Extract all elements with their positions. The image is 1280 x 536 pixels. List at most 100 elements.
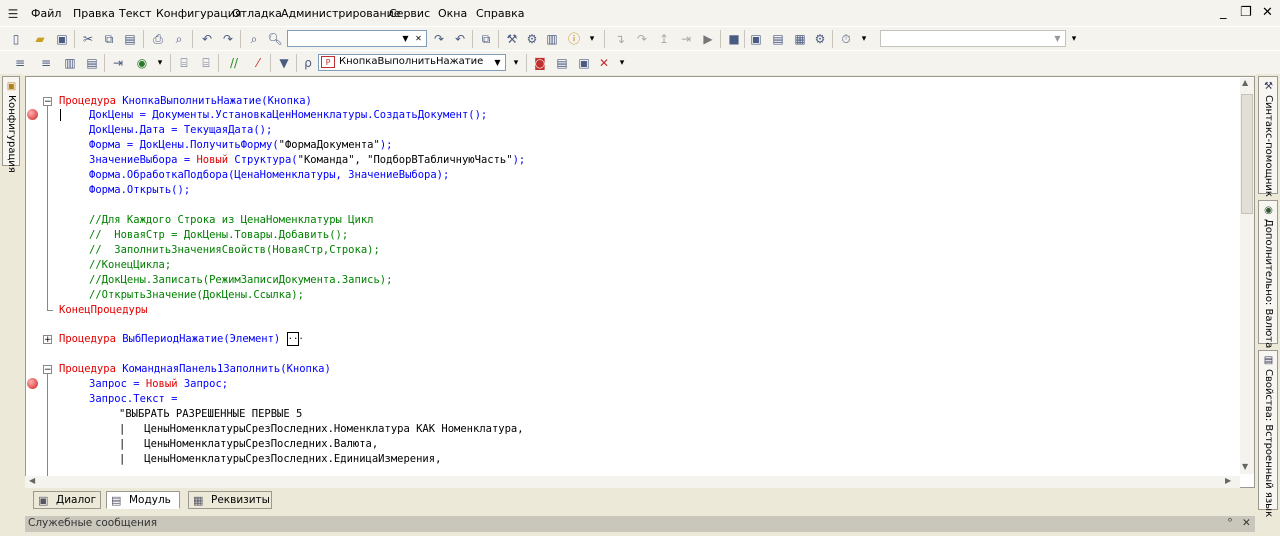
comment-line: //Для Каждого Строка из ЦенаНоменклатуры…	[89, 214, 374, 226]
extra-currency-tab[interactable]: ◉ Дополнительно: Валюта	[1258, 200, 1278, 348]
chevron-down-icon[interactable]: ▾	[152, 55, 168, 71]
syntax-assistant-icon[interactable]: ⚒	[504, 31, 520, 47]
tab-module[interactable]: ▤ Модуль	[106, 491, 180, 509]
search-icon[interactable]: 🔍︎	[267, 31, 283, 47]
indent-right-icon[interactable]: ≡	[38, 55, 54, 71]
check-syntax-icon[interactable]: ▼	[276, 55, 292, 71]
watch-icon[interactable]: ▣	[748, 31, 764, 47]
block-format-icon[interactable]: ⌸	[176, 55, 192, 71]
chevron-down-icon[interactable]: ▾	[508, 55, 524, 71]
menu-administration[interactable]: Администрирование	[281, 7, 401, 20]
tab-attributes-label: Реквизиты	[211, 494, 270, 506]
search-combo[interactable]: ▼ ✕	[287, 30, 427, 47]
template-icon[interactable]: ⌸	[198, 55, 214, 71]
remove-breakpoints-icon[interactable]: ✕	[596, 55, 612, 71]
redo-icon[interactable]: ↷	[220, 31, 236, 47]
print-icon[interactable]: ⎙	[150, 31, 166, 47]
chevron-down-icon[interactable]: ▾	[584, 31, 600, 47]
module-combo[interactable]: ▼	[880, 30, 1066, 47]
clear-search-icon[interactable]: ✕	[412, 32, 425, 45]
syntax-helper-tab[interactable]: ⚒ Синтакс-помощник	[1258, 76, 1278, 197]
debug-step-into-icon[interactable]: ↴	[612, 31, 628, 47]
indent-left-icon[interactable]: ≡	[12, 55, 28, 71]
configuration-tab[interactable]: ▣ Конфигурация	[2, 76, 20, 173]
new-file-icon[interactable]: ▯	[8, 31, 24, 47]
collapse-toggle[interactable]: −	[43, 365, 52, 375]
undo-icon[interactable]: ↶	[199, 31, 215, 47]
procedures-list-icon[interactable]: ρ	[300, 55, 316, 71]
breakpoint-marker[interactable]	[27, 109, 38, 120]
wizard-icon[interactable]: ⚙	[524, 31, 540, 47]
close-icon[interactable]: ✕	[1262, 5, 1273, 20]
menu-help[interactable]: Справка	[476, 7, 524, 20]
uncomment-icon[interactable]: ⁄	[250, 55, 266, 71]
debug-step-out-icon[interactable]: ↥	[656, 31, 672, 47]
call-stack-icon[interactable]: ⚙	[812, 31, 828, 47]
scroll-down-icon[interactable]: ▼	[1242, 462, 1248, 471]
chevron-down-icon[interactable]: ▼	[399, 32, 412, 45]
breakpoint-marker[interactable]	[27, 378, 38, 389]
comment-icon[interactable]: //	[226, 55, 242, 71]
scrollbar-thumb[interactable]	[1241, 94, 1253, 214]
measure-performance-icon[interactable]: ⏱	[838, 31, 854, 47]
menu-service[interactable]: Сервис	[389, 7, 430, 20]
procedure-combo[interactable]: P КнопкаВыполнитьНажатие ▼	[318, 54, 506, 71]
menu-edit[interactable]: Правка	[73, 7, 115, 20]
calculate-expression-icon[interactable]: ▦	[792, 31, 808, 47]
chevron-down-icon[interactable]: ▾	[856, 31, 872, 47]
horizontal-scrollbar[interactable]: ◀ ▶	[25, 476, 1240, 488]
bookmark-icon[interactable]: ▥	[62, 55, 78, 71]
debug-stop-icon[interactable]: ■	[726, 31, 742, 47]
disable-breakpoint-icon[interactable]: ▣	[576, 55, 592, 71]
toolbar-separator	[143, 30, 144, 48]
locals-icon[interactable]: ▤	[770, 31, 786, 47]
copy-icon[interactable]: ⧉	[101, 31, 117, 47]
tab-dialog[interactable]: ▣ Диалог	[33, 491, 101, 509]
debug-run-to-cursor-icon[interactable]: ⇥	[678, 31, 694, 47]
open-folder-icon[interactable]: ▰	[32, 31, 48, 47]
cut-icon[interactable]: ✂	[80, 31, 96, 47]
minimize-icon[interactable]: _	[1220, 5, 1227, 20]
goto-definition-icon[interactable]: ◉	[134, 55, 150, 71]
debug-continue-icon[interactable]: ▶	[700, 31, 716, 47]
breakpoint-icon[interactable]: ◙	[532, 55, 548, 71]
scroll-up-icon[interactable]: ▲	[1242, 78, 1248, 87]
menu-debug[interactable]: Отладка	[232, 7, 282, 20]
bookmark-next-icon[interactable]: ▤	[84, 55, 100, 71]
save-icon[interactable]: ▣	[54, 31, 70, 47]
menu-configuration[interactable]: Конфигурация	[156, 7, 242, 20]
collapse-toggle[interactable]: −	[43, 97, 52, 107]
expand-toggle[interactable]: +	[43, 335, 52, 345]
print-preview-icon[interactable]: ⌕	[171, 31, 187, 47]
find-previous-icon[interactable]: ↶	[452, 31, 468, 47]
chevron-down-icon[interactable]: ▾	[1066, 31, 1082, 47]
vertical-scrollbar[interactable]: ▲ ▼	[1240, 78, 1254, 474]
paste-icon[interactable]: ▤	[122, 31, 138, 47]
chevron-down-icon[interactable]: ▼	[491, 56, 504, 69]
find-in-files-icon[interactable]: ⌕	[246, 31, 262, 47]
tab-attributes[interactable]: ▦ Реквизиты	[188, 491, 272, 509]
code-editor[interactable]: − Процедура КнопкаВыполнитьНажатие(Кнопк…	[25, 76, 1255, 488]
info-icon[interactable]: ⓘ	[566, 31, 582, 47]
app-menu-icon[interactable]: ☰	[5, 6, 21, 22]
scroll-right-icon[interactable]: ▶	[1225, 476, 1231, 485]
collapsed-block-indicator[interactable]: ...	[286, 332, 304, 346]
close-panel-icon[interactable]: ✕	[1242, 517, 1251, 529]
breakpoint-list-icon[interactable]: ▤	[554, 55, 570, 71]
menu-text[interactable]: Текст	[119, 7, 152, 20]
goto-line-icon[interactable]: ⇥	[110, 55, 126, 71]
restore-icon[interactable]: ❐	[1240, 5, 1252, 20]
properties-tab[interactable]: ▤ Свойства: Встроенный язык	[1258, 350, 1278, 517]
code-line: ДокЦены = Документы.УстановкаЦенНоменкла…	[89, 109, 488, 121]
window-list-icon[interactable]: ⧉	[478, 31, 494, 47]
scroll-left-icon[interactable]: ◀	[29, 476, 35, 485]
menu-windows[interactable]: Окна	[438, 7, 467, 20]
find-next-icon[interactable]: ↷	[431, 31, 447, 47]
module-icon[interactable]: ▥	[544, 31, 560, 47]
pin-icon[interactable]: ᵒ	[1228, 516, 1232, 528]
menu-bar: ☰ Файл Правка Текст Конфигурация Отладка…	[0, 0, 1280, 28]
chevron-down-icon[interactable]: ▾	[614, 55, 630, 71]
debug-step-over-icon[interactable]: ↷	[634, 31, 650, 47]
menu-file[interactable]: Файл	[31, 7, 61, 20]
chevron-down-icon[interactable]: ▼	[1051, 32, 1064, 45]
